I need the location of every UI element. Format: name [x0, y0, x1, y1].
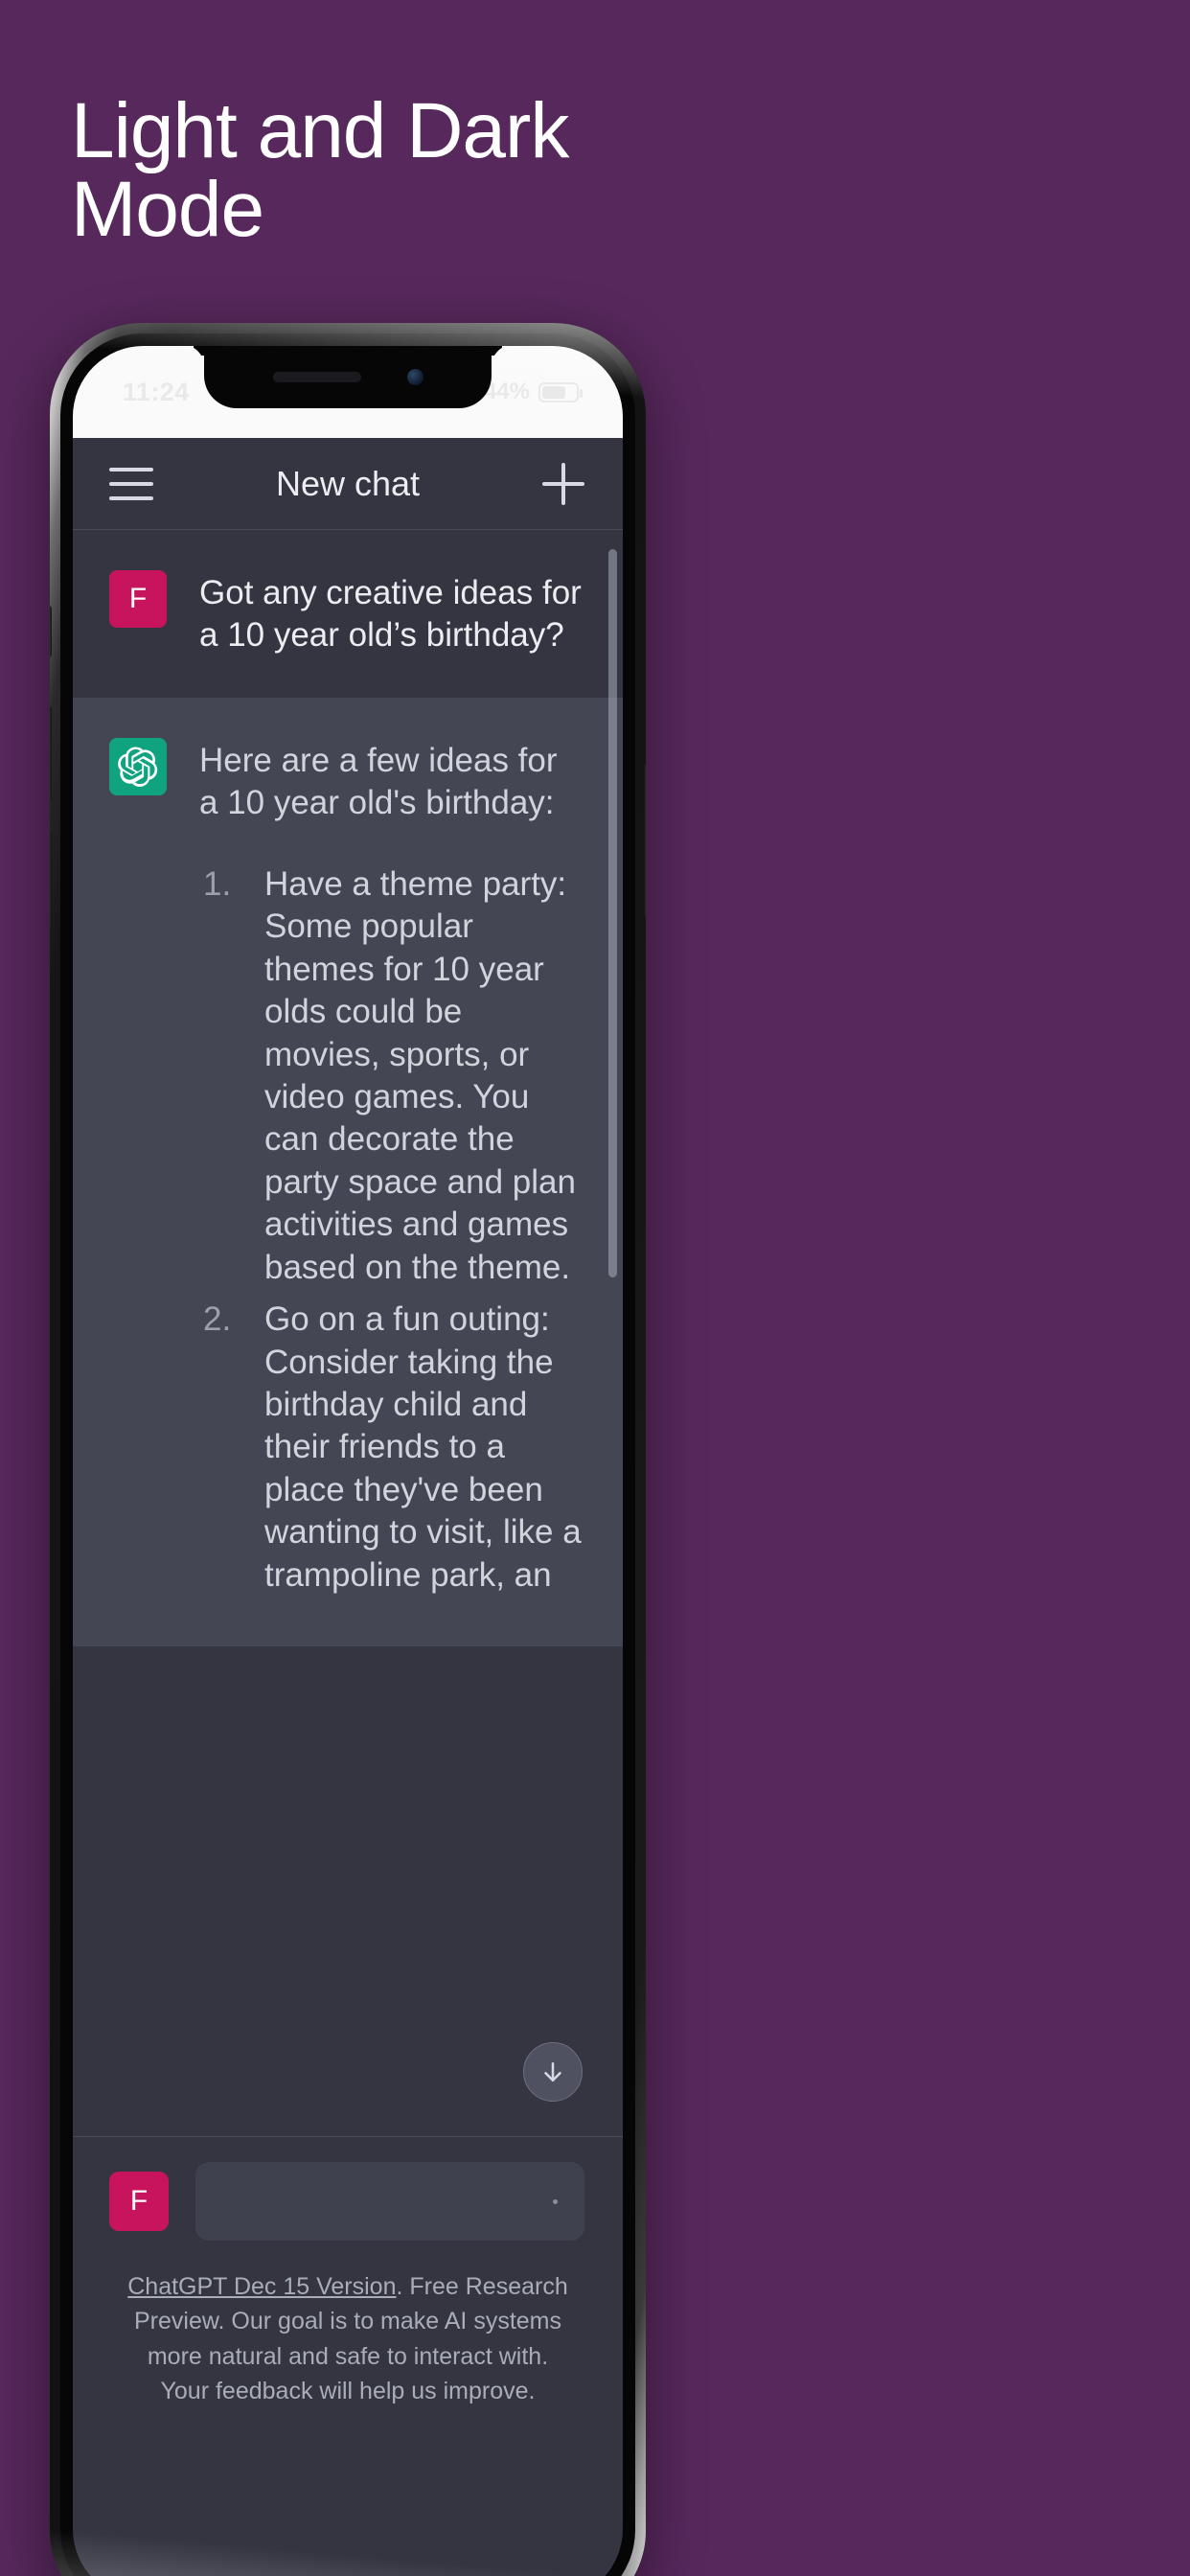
app-header: New chat	[73, 438, 623, 530]
message-assistant: Here are a few ideas for a 10 year old's…	[73, 697, 623, 1647]
message-assistant-body: Here are a few ideas for a 10 year old's…	[199, 738, 584, 1606]
arrow-down-icon[interactable]	[523, 2042, 583, 2102]
power-button[interactable]	[644, 764, 646, 917]
status-bar: 11:24 44%	[73, 346, 623, 438]
phone-notch	[204, 346, 492, 408]
page-title: Light and Dark Mode	[71, 92, 933, 249]
headline-line-1: Light and Dark	[71, 87, 569, 174]
chat-scrollbar[interactable]	[608, 549, 617, 1277]
version-link[interactable]: ChatGPT Dec 15 Version	[127, 2273, 396, 2300]
front-camera-icon	[406, 368, 423, 385]
battery-icon	[538, 381, 583, 402]
plus-icon[interactable]	[541, 462, 584, 505]
message-input[interactable]	[195, 2162, 584, 2241]
volume-up-button[interactable]	[50, 706, 52, 802]
chat-title: New chat	[275, 463, 421, 503]
phone-screen: 11:24 44% New chat F Got any creative id…	[73, 346, 623, 2576]
list-item: Have a theme party: Some popular themes …	[203, 863, 576, 1286]
message-user-text: Got any creative ideas for a 10 year old…	[199, 574, 582, 655]
earpiece-speaker-icon	[272, 371, 361, 382]
footer-disclaimer: ChatGPT Dec 15 Version. Free Research Pr…	[73, 2252, 623, 2408]
openai-logo-icon	[109, 737, 167, 795]
phone-bezel: 11:24 44% New chat F Got any creative id…	[50, 323, 646, 2576]
avatar-user: F	[109, 570, 167, 628]
mute-switch[interactable]	[50, 606, 52, 657]
headline-line-2: Mode	[71, 166, 264, 253]
list-item: Go on a fun outing: Consider taking the …	[203, 1299, 582, 1594]
assistant-intro: Here are a few ideas for a 10 year old's…	[199, 741, 558, 822]
hamburger-menu-icon[interactable]	[109, 467, 153, 500]
composer: F	[73, 2136, 623, 2252]
chat-transcript[interactable]: F Got any creative ideas for a 10 year o…	[73, 530, 623, 2136]
status-bar-time: 11:24	[123, 377, 190, 406]
message-user: F Got any creative ideas for a 10 year o…	[73, 530, 623, 698]
volume-down-button[interactable]	[50, 831, 52, 927]
phone-mockup: 11:24 44% New chat F Got any creative id…	[50, 323, 646, 2576]
caret-icon	[553, 2198, 558, 2204]
avatar-composer: F	[109, 2172, 169, 2231]
assistant-ordered-list: Have a theme party: Some popular themes …	[199, 863, 584, 1597]
phone-body: 11:24 44% New chat F Got any creative id…	[60, 334, 635, 2576]
